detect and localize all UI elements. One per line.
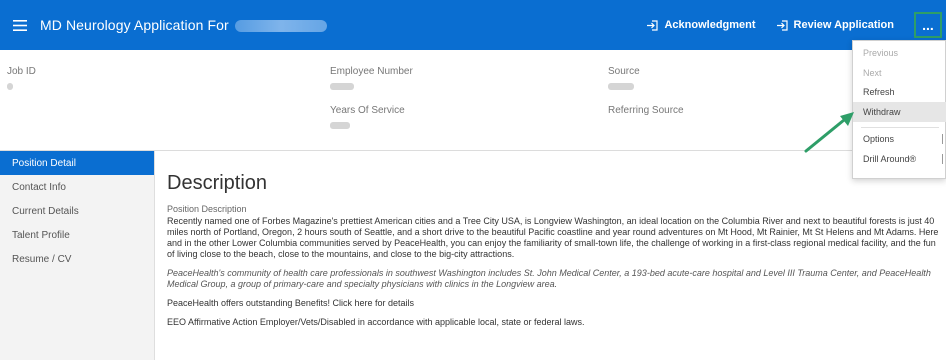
menu-item-options[interactable]: Options <box>853 129 946 149</box>
menu-item-refresh[interactable]: Refresh <box>853 82 946 102</box>
sidebar-item-talent-profile[interactable]: Talent Profile <box>0 223 154 247</box>
source-field: Source <box>608 61 640 90</box>
benefits-link[interactable]: PeaceHealth offers outstanding Benefits!… <box>167 298 939 309</box>
menu-item-label: Drill Around® <box>863 154 917 164</box>
job-id-value <box>7 83 13 90</box>
menu-item-label: Refresh <box>863 87 895 97</box>
acknowledgment-label: Acknowledgment <box>664 19 756 31</box>
job-id-field: Job ID <box>7 61 36 90</box>
more-actions-button[interactable]: ... <box>914 12 942 38</box>
description-heading: Description <box>167 172 268 194</box>
menu-item-label: Withdraw <box>863 107 901 117</box>
referring-source-label: Referring Source <box>608 105 684 116</box>
position-description-label: Position Description <box>167 204 247 214</box>
menu-item-label: Options <box>863 134 895 144</box>
employee-number-label: Employee Number <box>330 66 413 77</box>
years-of-service-value <box>330 122 350 129</box>
source-value <box>608 83 634 90</box>
acknowledgment-link[interactable]: Acknowledgment <box>646 19 756 31</box>
sign-in-arrow-icon <box>647 19 659 31</box>
hamburger-icon <box>13 19 27 31</box>
menu-item-label: Next <box>863 68 882 78</box>
menu-item-previous[interactable]: Previous <box>853 43 946 63</box>
years-of-service-field: Years Of Service <box>330 100 405 129</box>
employee-number-field: Employee Number <box>330 61 413 90</box>
page-title: MD Neurology Application For <box>40 17 327 33</box>
app-header: MD Neurology Application For Acknowledgm… <box>0 0 946 50</box>
review-application-label: Review Application <box>793 19 894 31</box>
redacted-candidate-name <box>234 20 327 33</box>
sidebar-item-label: Resume / CV <box>12 253 72 265</box>
sidebar-item-current-details[interactable]: Current Details <box>0 199 154 223</box>
menu-item-label: Previous <box>863 48 899 58</box>
sidebar-item-label: Current Details <box>12 205 79 217</box>
employee-number-value <box>330 83 354 90</box>
review-application-link[interactable]: Review Application <box>776 19 894 31</box>
menu-item-next[interactable]: Next <box>853 63 946 83</box>
sidebar-item-resume-cv[interactable]: Resume / CV <box>0 247 154 271</box>
sidebar-item-label: Contact Info <box>12 181 66 193</box>
menu-separator <box>861 127 939 128</box>
description-paragraph-location: Recently named one of Forbes Magazine's … <box>167 216 939 259</box>
sidebar-item-label: Position Detail <box>12 157 76 169</box>
annotation-arrow-icon <box>804 112 854 153</box>
menu-item-withdraw[interactable]: Withdraw <box>853 102 946 122</box>
submenu-indicator-icon <box>942 134 943 144</box>
description-section: Description Position Description Recentl… <box>167 172 939 336</box>
source-label: Source <box>608 66 640 77</box>
sidebar-item-label: Talent Profile <box>12 229 70 241</box>
sidebar-item-position-detail[interactable]: Position Detail <box>0 151 154 175</box>
description-paragraph-community: PeaceHealth's community of health care p… <box>167 268 931 289</box>
menu-item-drill-around[interactable]: Drill Around® <box>853 149 946 169</box>
sign-in-arrow-icon <box>776 19 788 31</box>
years-of-service-label: Years Of Service <box>330 105 405 116</box>
job-id-label: Job ID <box>7 66 36 77</box>
hamburger-menu-button[interactable] <box>0 0 40 50</box>
more-label: ... <box>922 17 934 33</box>
sidebar-item-contact-info[interactable]: Contact Info <box>0 175 154 199</box>
sidebar-nav: Position Detail Contact Info Current Det… <box>0 151 155 360</box>
referring-source-field: Referring Source <box>608 100 684 118</box>
eeo-statement: EEO Affirmative Action Employer/Vets/Dis… <box>167 317 585 327</box>
submenu-indicator-icon <box>942 154 943 164</box>
page-title-text: MD Neurology Application For <box>40 17 229 33</box>
more-actions-menu: Previous Next Refresh Withdraw Options D… <box>852 40 946 179</box>
